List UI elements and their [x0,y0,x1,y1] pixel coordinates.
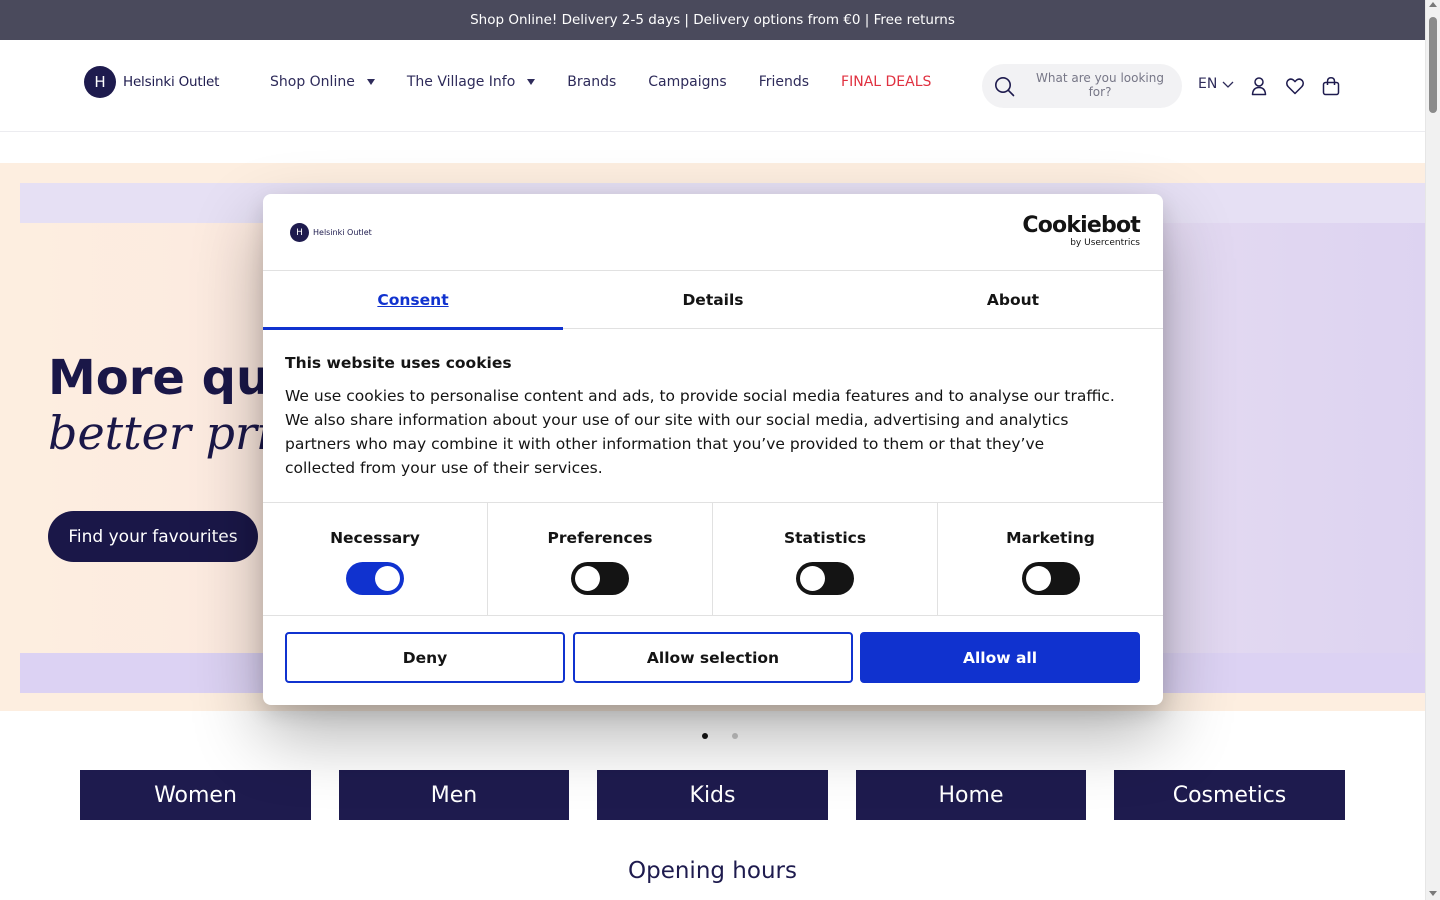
category-cosmetics[interactable]: Cosmetics [1114,770,1345,820]
toggle-group-marketing: Marketing [938,503,1163,616]
toggle-label: Marketing [1006,529,1095,547]
language-selector[interactable]: EN [1198,76,1235,92]
logo-text: Helsinki Outlet [313,228,372,237]
toggle-group-preferences: Preferences [488,503,713,616]
site-header: H Helsinki Outlet Shop Online The Villag… [0,40,1425,132]
announcement-text: Shop Online! Delivery 2-5 days | Deliver… [470,12,955,28]
dialog-body-text: We use cookies to personalise content an… [285,387,1115,477]
tab-label: Consent [377,291,449,309]
preferences-toggle[interactable] [571,562,629,595]
nav-brands[interactable]: Brands [567,74,616,90]
category-kids[interactable]: Kids [597,770,828,820]
scroll-up-arrow-icon[interactable] [1429,2,1437,7]
carousel-dot-active[interactable] [702,733,708,739]
nav-campaigns[interactable]: Campaigns [648,74,726,90]
toggle-label: Statistics [783,529,867,547]
nav-label: Shop Online [270,74,355,90]
nav-final-deals[interactable]: FINAL DEALS [841,74,931,90]
deny-button[interactable]: Deny [285,632,565,683]
logo-mark: H [290,223,309,242]
tab-about[interactable]: About [863,271,1163,329]
shopping-bag-icon[interactable] [1321,76,1341,96]
nav-friends[interactable]: Friends [759,74,809,90]
find-favourites-button[interactable]: Find your favourites [48,511,258,562]
caret-down-icon [527,79,536,85]
nav-shop-online[interactable]: Shop Online [270,74,375,90]
main-nav: Shop Online The Village Info Brands Camp… [270,74,963,90]
cookie-consent-dialog: H Helsinki Outlet Cookiebot by Usercentr… [263,194,1163,705]
caret-down-icon [366,79,375,85]
carousel-dot[interactable] [732,733,738,739]
toggle-knob [800,566,825,591]
dialog-header: H Helsinki Outlet Cookiebot by Usercentr… [263,194,1163,271]
cookiebot-logo[interactable]: Cookiebot by Usercentrics [1022,215,1140,249]
tab-details[interactable]: Details [563,271,863,329]
tab-label: Details [682,291,744,309]
marketing-toggle[interactable] [1021,562,1080,595]
logo-mark: H [84,66,116,98]
announcement-bar: Shop Online! Delivery 2-5 days | Deliver… [0,0,1425,40]
opening-hours-heading: Opening hours [628,858,797,884]
nav-label: Brands [567,74,617,90]
category-buttons: Women Men Kids Home Cosmetics [80,770,1345,820]
user-icon[interactable] [1249,76,1269,96]
toggle-knob [575,566,600,591]
toggle-group-statistics: Statistics [713,503,938,616]
scroll-down-arrow-icon[interactable] [1429,891,1437,896]
nav-label: Campaigns [648,74,727,90]
page-scrollbar[interactable] [1425,0,1440,900]
category-home[interactable]: Home [856,770,1086,820]
site-logo[interactable]: H Helsinki Outlet [84,66,219,98]
toggle-group-necessary: Necessary [263,503,488,616]
toggle-label: Preferences [547,529,653,547]
chevron-down-icon [1222,81,1234,88]
dialog-site-logo: H Helsinki Outlet [290,223,372,242]
language-label: EN [1198,76,1218,92]
logo-text: Helsinki Outlet [123,74,220,90]
dialog-title: This website uses cookies [285,354,512,372]
nav-label: The Village Info [406,74,516,90]
dialog-tabs: Consent Details About [263,271,1163,330]
cookiebot-name: Cookiebot [1022,213,1140,238]
nav-label: FINAL DEALS [841,74,932,90]
allow-all-button[interactable]: Allow all [860,632,1140,683]
nav-label: Friends [758,74,810,90]
heart-icon[interactable] [1285,76,1305,96]
search-input[interactable]: What are you looking for? [1030,71,1170,99]
nav-village-info[interactable]: The Village Info [406,74,536,90]
toggle-knob [1025,566,1051,591]
category-men[interactable]: Men [339,770,569,820]
tab-label: About [986,291,1040,309]
cookiebot-sub: by Usercentrics [1070,238,1140,248]
scroll-thumb[interactable] [1429,17,1437,113]
necessary-toggle[interactable] [346,562,404,595]
allow-selection-button[interactable]: Allow selection [573,632,853,683]
tab-consent[interactable]: Consent [263,271,563,330]
category-women[interactable]: Women [80,770,311,820]
statistics-toggle[interactable] [796,562,854,595]
search-box[interactable]: What are you looking for? [982,64,1182,108]
consent-toggles: Necessary Preferences Statistics Marketi… [263,502,1163,616]
toggle-label: Necessary [330,529,420,547]
search-icon [995,77,1015,97]
toggle-knob [375,566,400,591]
